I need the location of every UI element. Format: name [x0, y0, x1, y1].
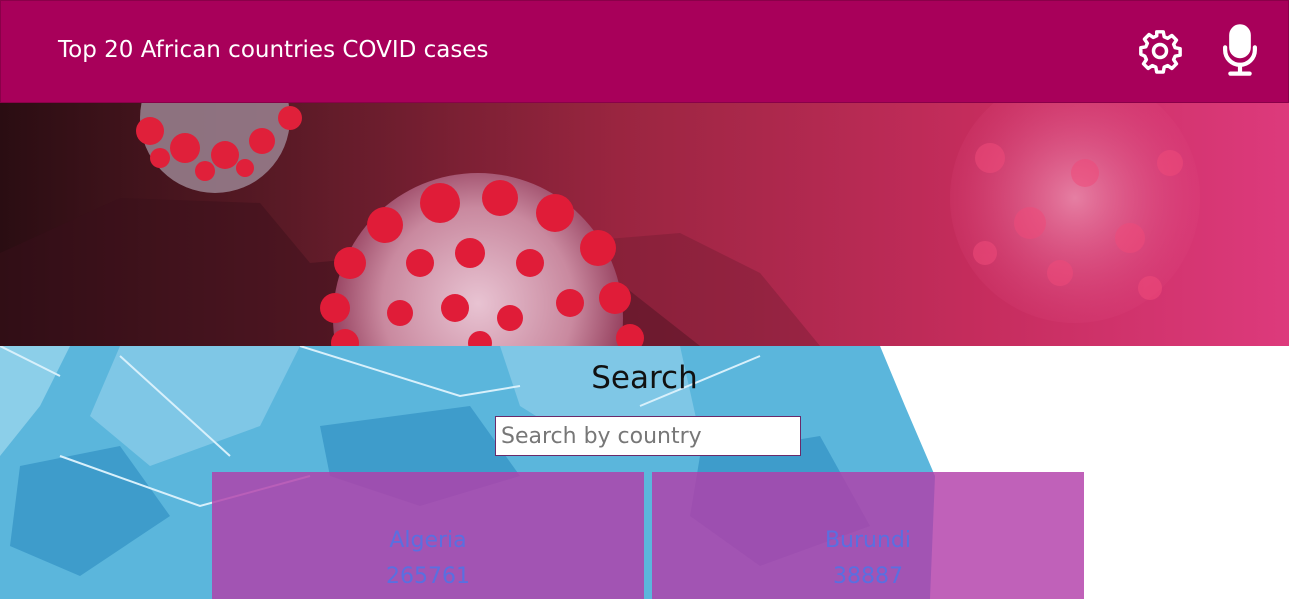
page-title: Top 20 African countries COVID cases [58, 37, 489, 63]
coronavirus-illustration [0, 103, 1200, 346]
app-header: Top 20 African countries COVID cases [0, 0, 1289, 103]
microphone-icon[interactable] [1219, 23, 1261, 77]
search-heading: Search [591, 360, 698, 396]
search-input[interactable] [495, 416, 801, 456]
country-card-algeria[interactable]: Algeria 265761 [212, 472, 644, 599]
country-cases: 265761 [386, 564, 470, 589]
country-card-burundi[interactable]: Burundi 38887 [652, 472, 1084, 599]
country-cases: 38887 [833, 564, 903, 589]
hero-banner-image [0, 103, 1289, 346]
country-name: Burundi [824, 528, 912, 553]
country-name: Algeria [389, 528, 467, 553]
gear-icon[interactable] [1137, 28, 1183, 74]
